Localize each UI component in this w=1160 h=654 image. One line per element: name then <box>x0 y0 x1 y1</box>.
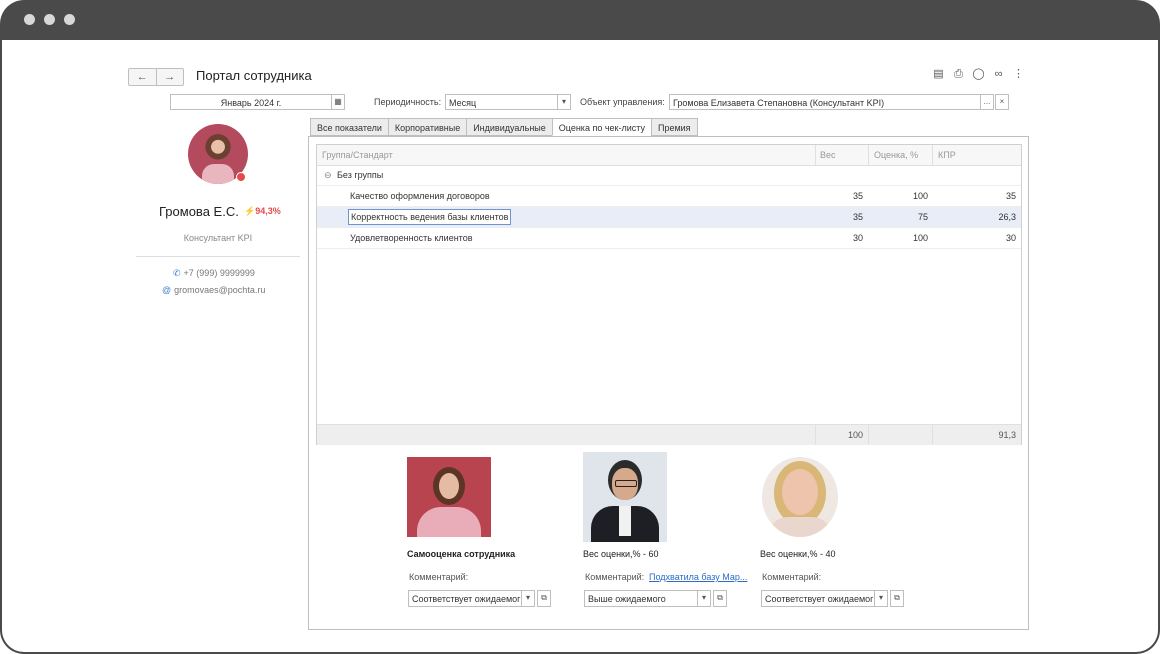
open-icon[interactable]: ⧉ <box>713 590 727 607</box>
select-button[interactable]: ... <box>980 94 994 110</box>
tab-bonus[interactable]: Премия <box>650 118 698 136</box>
arrow-right-icon[interactable]: → <box>155 69 184 85</box>
phone-icon: ✆ <box>173 268 181 278</box>
row-score: 100 <box>912 191 928 201</box>
eval-title: Вес оценки,% - 40 <box>760 549 836 559</box>
col-header-group[interactable]: Группа/Стандарт <box>322 145 393 165</box>
open-icon[interactable]: ⧉ <box>890 590 904 607</box>
open-icon[interactable]: ⧉ <box>537 590 551 607</box>
comment-label: Комментарий: <box>585 572 645 582</box>
employee-photo <box>407 457 491 537</box>
app-frame: ← → Портал сотрудника ▤ ⎙ ◯ ∞ ⋮ Январь 2… <box>0 0 1160 654</box>
tab-checklist[interactable]: Оценка по чек-листу <box>551 118 651 136</box>
window-dot[interactable] <box>64 14 75 25</box>
more-icon[interactable]: ⋮ <box>1012 68 1025 81</box>
email-text: gromovaes@pochta.ru <box>174 285 266 295</box>
profile-role: Консультант KPI <box>183 233 253 243</box>
print-icon[interactable]: ⎙ <box>952 68 965 81</box>
comment-link[interactable]: Подхватила базу Мар... <box>649 572 747 582</box>
table-row[interactable]: Корректность ведения базы клиентов 35 75… <box>317 207 1021 228</box>
profile-name: Громова Е.С. <box>159 204 239 219</box>
tab-all[interactable]: Все показатели <box>310 118 388 136</box>
toolbar: ▤ ⎙ ◯ ∞ ⋮ <box>932 68 1025 81</box>
selected-cell[interactable]: Корректность ведения базы клиентов <box>348 209 512 225</box>
manager-photo <box>583 452 667 542</box>
group-row[interactable]: ⊖ Без группы <box>317 165 1021 186</box>
calendar-icon[interactable]: ▦ <box>331 94 345 110</box>
group-name: Без группы <box>337 170 384 180</box>
collapse-icon[interactable]: ⊖ <box>324 165 332 185</box>
table-footer: 100 91,3 <box>317 424 1021 445</box>
table-row[interactable]: Качество оформления договоров 35 100 35 <box>317 186 1021 207</box>
save-icon[interactable]: ▤ <box>932 68 945 81</box>
profile-phone: ✆ +7 (999) 9999999 <box>173 268 255 279</box>
table-row[interactable]: Удовлетворенность клиентов 30 100 30 <box>317 228 1021 249</box>
tab-bar: Все показатели Корпоративные Индивидуаль… <box>310 118 698 136</box>
row-score: 100 <box>912 233 928 243</box>
link-icon[interactable]: ∞ <box>992 68 1005 81</box>
page-title: Портал сотрудника <box>196 68 312 83</box>
row-name: Качество оформления договоров <box>350 191 490 201</box>
total-weight: 100 <box>847 430 863 440</box>
window-dot[interactable] <box>44 14 55 25</box>
table-header: Группа/Стандарт Вес Оценка, % КПР <box>317 145 1021 166</box>
lightning-icon: ⚡ <box>244 206 256 216</box>
row-weight: 35 <box>852 191 863 201</box>
rating-select[interactable]: Соответствует ожидаемог <box>408 590 522 607</box>
col-header-score[interactable]: Оценка, % <box>874 145 918 165</box>
row-kpr: 35 <box>1005 191 1016 201</box>
chevron-down-icon[interactable]: ▾ <box>874 590 888 607</box>
periodicity-label: Периодичность: <box>374 97 442 107</box>
col-header-kpr[interactable]: КПР <box>938 145 956 165</box>
chevron-down-icon[interactable]: ▾ <box>521 590 535 607</box>
col-header-weight[interactable]: Вес <box>820 145 836 165</box>
divider <box>136 256 300 257</box>
at-icon: @ <box>162 285 172 295</box>
arrow-left-icon[interactable]: ← <box>129 69 156 85</box>
preview-icon[interactable]: ◯ <box>972 68 985 81</box>
window-titlebar <box>0 0 1160 40</box>
period-field[interactable]: Январь 2024 г. <box>170 94 332 110</box>
nav-buttons: ← → <box>128 68 184 86</box>
profile-email: @ gromovaes@pochta.ru <box>162 285 265 295</box>
row-score: 75 <box>917 212 928 222</box>
row-kpr: 26,3 <box>998 212 1016 222</box>
rating-select[interactable]: Выше ожидаемого <box>584 590 698 607</box>
window-dot[interactable] <box>24 14 35 25</box>
comment-label: Комментарий: <box>409 572 469 582</box>
phone-text: +7 (999) 9999999 <box>183 268 255 278</box>
checklist-table: Группа/Стандарт Вес Оценка, % КПР ⊖ Без … <box>316 144 1022 445</box>
tab-corporate[interactable]: Корпоративные <box>387 118 467 136</box>
row-kpr: 30 <box>1005 233 1016 243</box>
row-name: Корректность ведения базы клиентов <box>348 207 512 227</box>
colleague-photo <box>762 457 838 537</box>
chevron-down-icon[interactable]: ▾ <box>557 94 571 110</box>
object-label: Объект управления: <box>580 97 665 107</box>
row-weight: 30 <box>852 233 863 243</box>
row-name: Удовлетворенность клиентов <box>350 233 473 243</box>
chevron-down-icon[interactable]: ▾ <box>697 590 711 607</box>
total-kpr: 91,3 <box>998 430 1016 440</box>
eval-title: Вес оценки,% - 60 <box>583 549 659 559</box>
profile-score-value: 94,3% <box>255 206 281 216</box>
comment-label: Комментарий: <box>762 572 822 582</box>
row-weight: 35 <box>852 212 863 222</box>
status-indicator <box>236 172 246 182</box>
periodicity-select[interactable]: Месяц <box>445 94 558 110</box>
tab-individual[interactable]: Индивидуальные <box>466 118 552 136</box>
object-field[interactable]: Громова Елизавета Степановна (Консультан… <box>669 94 981 110</box>
rating-select[interactable]: Соответствует ожидаемог <box>761 590 875 607</box>
clear-icon[interactable]: × <box>995 94 1009 110</box>
eval-title: Самооценка сотрудника <box>407 549 516 559</box>
profile-score: ⚡94,3% <box>244 206 281 217</box>
